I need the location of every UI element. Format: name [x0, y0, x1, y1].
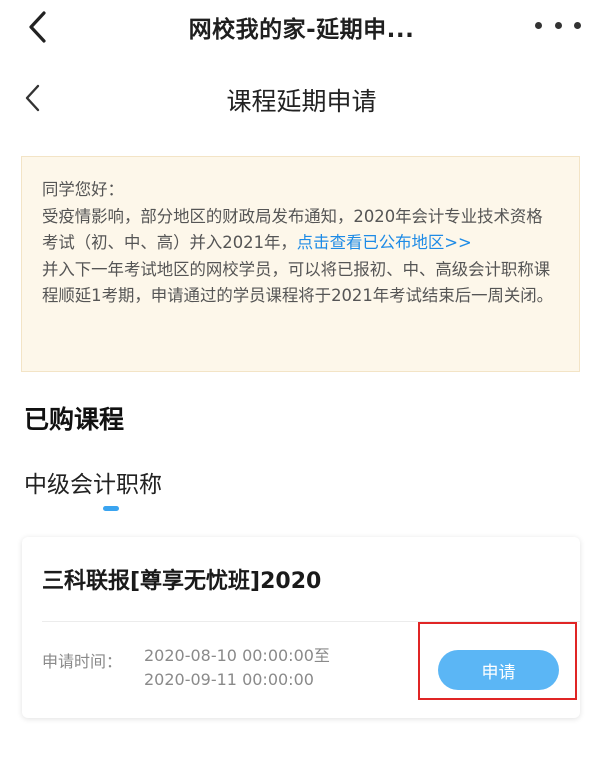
apply-time-start: 2020-08-10 00:00:00至: [144, 646, 330, 665]
course-card: 三科联报[尊享无忧班]2020 申请时间： 2020-08-10 00:00:0…: [22, 537, 580, 718]
published-regions-link[interactable]: 点击查看已公布地区>>: [297, 233, 472, 252]
more-dots-icon: [535, 21, 542, 29]
active-tab-indicator: [103, 506, 119, 511]
apply-time-end: 2020-09-11 00:00:00: [144, 670, 314, 689]
apply-button[interactable]: 申请: [438, 650, 559, 690]
page-header: 课程延期申请: [0, 66, 603, 130]
tab-intermediate-accounting[interactable]: 中级会计职称: [24, 465, 162, 499]
apply-time-label: 申请时间：: [42, 652, 123, 671]
notice-greeting: 同学您好：: [42, 180, 124, 199]
window-title: 网校我的家-延期申...: [188, 17, 415, 43]
page-title: 课程延期申请: [226, 87, 377, 116]
notice-box: 同学您好： 受疫情影响，部分地区的财政局发布通知，2020年会计专业技术资格考试…: [21, 156, 580, 372]
app-top-bar: 网校我的家-延期申...: [0, 0, 603, 58]
notice-paragraph-1: 受疫情影响，部分地区的财政局发布通知，2020年会计专业技术资格考试（初、中、高…: [42, 204, 557, 257]
divider: [42, 621, 580, 622]
notice-paragraph-2: 并入下一年考试地区的网校学员，可以将已报初、中、高级会计职称课程顺延1考期，申请…: [42, 259, 554, 306]
course-title: 三科联报[尊享无忧班]2020: [42, 569, 322, 594]
more-menu-button[interactable]: [535, 12, 581, 38]
purchased-courses-heading: 已购课程: [24, 405, 125, 434]
apply-time-range: 2020-08-10 00:00:00至 2020-09-11 00:00:00: [144, 644, 330, 692]
